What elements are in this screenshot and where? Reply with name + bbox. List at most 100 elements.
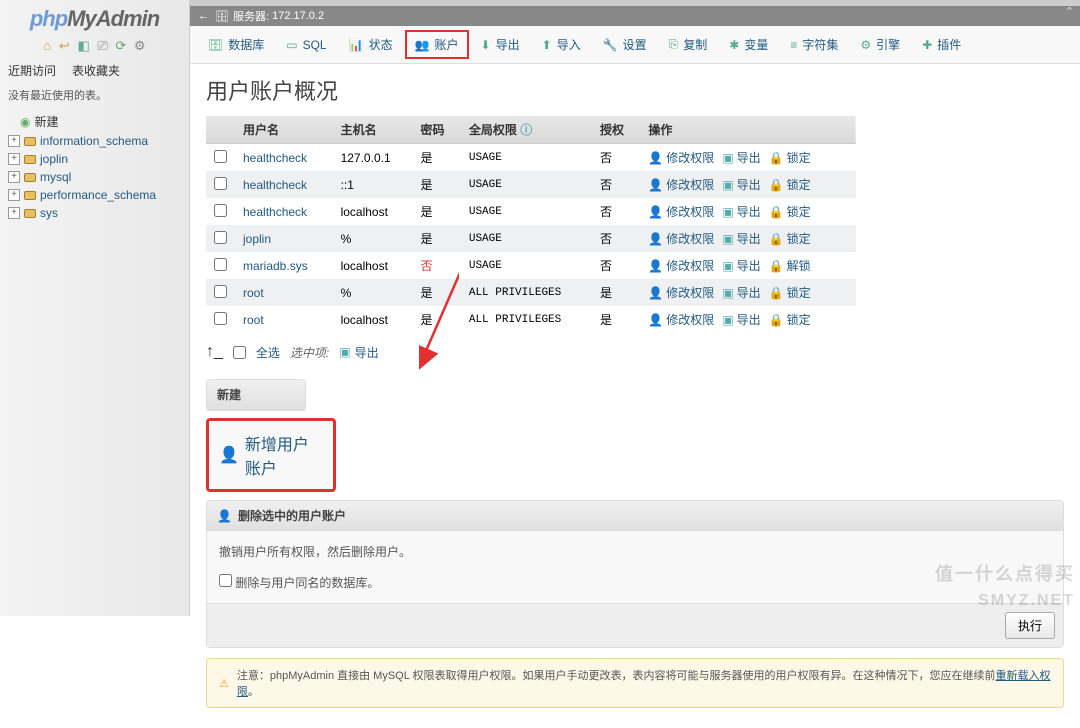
tree-new[interactable]: ◉新建 <box>2 111 187 132</box>
add-user-link[interactable]: 👤 新增用户账户 <box>209 421 333 489</box>
expand-icon[interactable]: + <box>8 207 20 219</box>
edit-privileges-link[interactable]: 👤修改权限 <box>648 149 714 166</box>
export-icon: ⬇ <box>481 38 491 52</box>
cell-user[interactable]: healthcheck <box>235 198 333 225</box>
table-row: mariadb.syslocalhost否USAGE否👤修改权限▣导出🔒解锁 <box>206 252 856 279</box>
edit-privileges-link[interactable]: 👤修改权限 <box>648 203 714 220</box>
cell-user[interactable]: root <box>235 279 333 306</box>
cell-user[interactable]: healthcheck <box>235 171 333 198</box>
row-checkbox[interactable] <box>214 150 227 163</box>
edit-privileges-link[interactable]: 👤修改权限 <box>648 311 714 328</box>
gear-icon[interactable]: ⚙ <box>134 38 146 53</box>
tree-db-information_schema[interactable]: +information_schema <box>2 132 187 150</box>
sql-icon: ▭ <box>286 38 297 52</box>
cell-privileges: USAGE <box>461 171 592 198</box>
row-checkbox[interactable] <box>214 231 227 244</box>
row-checkbox[interactable] <box>214 312 227 325</box>
tab-引擎[interactable]: ⚙引擎 <box>850 30 910 59</box>
lock-user-link[interactable]: 🔒锁定 <box>769 203 811 220</box>
docs-icon[interactable]: ◧ <box>77 38 89 53</box>
tab-favorites[interactable]: 表收藏夹 <box>64 58 128 83</box>
row-checkbox[interactable] <box>214 258 227 271</box>
cell-user[interactable]: joplin <box>235 225 333 252</box>
cell-user[interactable]: mariadb.sys <box>235 252 333 279</box>
help-icon[interactable]: ⓘ <box>520 123 532 137</box>
col-password[interactable]: 密码 <box>412 116 460 144</box>
row-checkbox[interactable] <box>214 204 227 217</box>
expand-icon[interactable]: + <box>8 189 20 201</box>
cell-password: 是 <box>412 279 460 306</box>
tab-recent[interactable]: 近期访问 <box>0 58 64 83</box>
expand-icon[interactable]: + <box>8 171 20 183</box>
export-user-link[interactable]: ▣导出 <box>722 203 760 220</box>
tab-账户[interactable]: 👥账户 <box>405 30 469 59</box>
export-user-link[interactable]: ▣导出 <box>722 284 760 301</box>
charset-icon: ≡ <box>790 38 797 52</box>
export-user-link[interactable]: ▣导出 <box>722 176 760 193</box>
tab-SQL[interactable]: ▭SQL <box>276 30 336 59</box>
tree-db-mysql[interactable]: +mysql <box>2 168 187 186</box>
cell-privileges: ALL PRIVILEGES <box>461 306 592 333</box>
export-user-link[interactable]: ▣导出 <box>722 230 760 247</box>
lock-user-link[interactable]: 🔒锁定 <box>769 230 811 247</box>
cell-password: 是 <box>412 225 460 252</box>
col-host[interactable]: 主机名 <box>333 116 413 144</box>
cell-host: localhost <box>333 306 413 333</box>
edit-privileges-link[interactable]: 👤修改权限 <box>648 230 714 247</box>
export-user-link[interactable]: ▣导出 <box>722 311 760 328</box>
export-icon: ▣ <box>722 259 733 273</box>
tab-状态[interactable]: 📊状态 <box>339 30 403 59</box>
logout-icon[interactable]: ↩ <box>59 38 70 53</box>
tab-变量[interactable]: ✱变量 <box>719 30 778 59</box>
tab-数据库[interactable]: 🗄数据库 <box>198 30 274 59</box>
lock-icon: 🔒 <box>769 178 784 192</box>
export-user-link[interactable]: ▣导出 <box>722 257 760 274</box>
lock-user-link[interactable]: 🔒解锁 <box>769 257 811 274</box>
cell-privileges: USAGE <box>461 198 592 225</box>
tab-导入[interactable]: ⬆导入 <box>532 30 591 59</box>
database-icon <box>24 173 36 182</box>
tree-db-performance_schema[interactable]: +performance_schema <box>2 186 187 204</box>
sqlquery-icon[interactable]: ⎚ <box>97 38 107 53</box>
edit-privileges-link[interactable]: 👤修改权限 <box>648 284 714 301</box>
tab-复制[interactable]: ⎘复制 <box>659 30 718 59</box>
expand-icon[interactable]: + <box>8 135 20 147</box>
lock-user-link[interactable]: 🔒锁定 <box>769 176 811 193</box>
tree-db-joplin[interactable]: +joplin <box>2 150 187 168</box>
settings-icon: 🔧 <box>603 38 618 52</box>
col-user[interactable]: 用户名 <box>235 116 333 144</box>
db-icon: 🗄 <box>208 38 223 52</box>
cell-grant: 否 <box>592 225 640 252</box>
edit-privileges-link[interactable]: 👤修改权限 <box>648 176 714 193</box>
execute-button[interactable]: 执行 <box>1005 612 1055 639</box>
cell-user[interactable]: healthcheck <box>235 144 333 172</box>
lock-user-link[interactable]: 🔒锁定 <box>769 311 811 328</box>
col-global[interactable]: 全局权限 ⓘ <box>461 116 592 144</box>
tree-db-sys[interactable]: +sys <box>2 204 187 222</box>
refresh-icon[interactable]: ⟳ <box>115 38 126 53</box>
home-icon[interactable]: ⌂ <box>43 38 51 53</box>
export-user-link[interactable]: ▣导出 <box>722 149 760 166</box>
delete-msg: 撤销用户所有权限，然后删除用户。 <box>219 543 1051 560</box>
tab-字符集[interactable]: ≡字符集 <box>780 30 848 59</box>
variables-icon: ✱ <box>729 38 739 52</box>
panel-toggle-icon[interactable]: ⌃ <box>1065 5 1074 18</box>
col-grant[interactable]: 授权 <box>592 116 640 144</box>
server-icon: 🗄 <box>215 10 229 23</box>
cell-privileges: USAGE <box>461 144 592 172</box>
tab-插件[interactable]: ✚插件 <box>912 30 971 59</box>
export-selected-link[interactable]: ▣导出 <box>339 344 378 361</box>
row-checkbox[interactable] <box>214 285 227 298</box>
select-all-checkbox[interactable] <box>233 346 246 359</box>
cell-user[interactable]: root <box>235 306 333 333</box>
expand-icon[interactable]: + <box>8 153 20 165</box>
lock-user-link[interactable]: 🔒锁定 <box>769 149 811 166</box>
row-checkbox[interactable] <box>214 177 227 190</box>
lock-user-link[interactable]: 🔒锁定 <box>769 284 811 301</box>
select-all-label[interactable]: 全选 <box>256 344 280 361</box>
edit-privileges-link[interactable]: 👤修改权限 <box>648 257 714 274</box>
drop-db-checkbox[interactable] <box>219 574 232 587</box>
replicate-icon: ⎘ <box>669 37 679 52</box>
tab-导出[interactable]: ⬇导出 <box>471 30 530 59</box>
tab-设置[interactable]: 🔧设置 <box>593 30 657 59</box>
